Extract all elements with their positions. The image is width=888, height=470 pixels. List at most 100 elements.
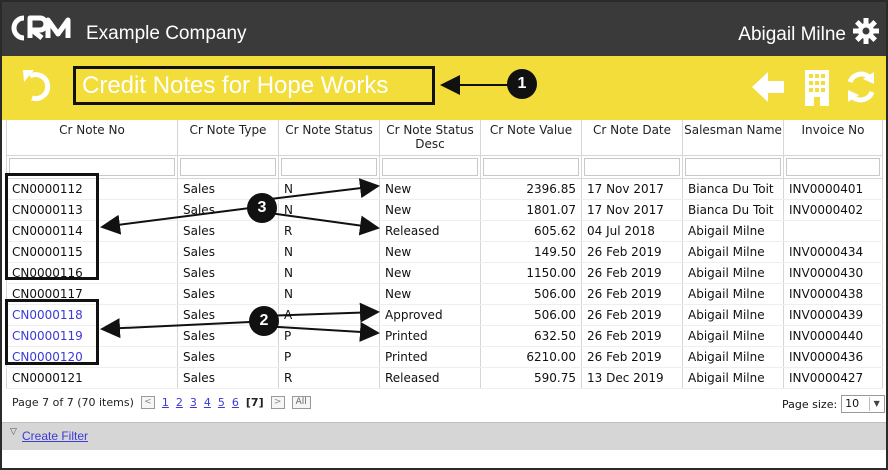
- gear-icon[interactable]: [852, 17, 880, 45]
- page-link[interactable]: 5: [218, 396, 225, 409]
- undo-icon[interactable]: [20, 66, 56, 104]
- table-row[interactable]: CN0000112 Sales N New 2396.85 17 Nov 2017 Bian…: [6, 178, 883, 200]
- table-row[interactable]: CN0000116 Sales N New 1150.00 26 Feb 2019 Abig…: [6, 262, 883, 284]
- table-cell: Abigail Milne: [682, 262, 784, 284]
- col-header[interactable]: Cr Note Status Desc: [379, 120, 481, 155]
- filter-icon: ▽: [10, 427, 17, 437]
- table-cell: 506.00: [480, 304, 582, 326]
- table-cell: Abigail Milne: [682, 283, 784, 305]
- page-link[interactable]: 6: [232, 396, 239, 409]
- table-cell: Sales: [177, 367, 279, 389]
- page-size-select[interactable]: 10 ▼: [841, 395, 886, 413]
- col-header[interactable]: Cr Note Type: [177, 120, 279, 155]
- col-header[interactable]: Invoice No: [783, 120, 883, 155]
- table-cell: Released: [379, 220, 481, 242]
- filter-input[interactable]: [180, 157, 276, 176]
- table-cell: INV0000430: [783, 262, 883, 284]
- table-cell: 6210.00: [480, 346, 582, 368]
- table-cell: Abigail Milne: [682, 241, 784, 263]
- table-cell: 26 Feb 2019: [581, 325, 683, 347]
- table-row[interactable]: CN0000121 Sales R Released 590.75 13 Dec 2019…: [6, 367, 883, 389]
- table-cell: 506.00: [480, 283, 582, 305]
- table-cell: INV0000439: [783, 304, 883, 326]
- back-arrow-icon[interactable]: [750, 70, 786, 104]
- table-cell: INV0000440: [783, 325, 883, 347]
- table-cell: N: [278, 199, 380, 221]
- col-header[interactable]: Cr Note Value: [480, 120, 582, 155]
- filter-input[interactable]: [584, 157, 680, 176]
- table-cell: New: [379, 262, 481, 284]
- filter-input[interactable]: [483, 157, 579, 176]
- callout-box-rows-3: [5, 173, 99, 280]
- filter-input[interactable]: [281, 157, 377, 176]
- table-cell: 605.62: [480, 220, 582, 242]
- table-cell: New: [379, 178, 481, 200]
- table-cell: 17 Nov 2017: [581, 178, 683, 200]
- page-size-value: 10: [845, 397, 860, 410]
- filter-input[interactable]: [382, 157, 478, 176]
- page-link[interactable]: 4: [204, 396, 211, 409]
- table-cell: New: [379, 199, 481, 221]
- callout-badge-2: 2: [249, 306, 279, 336]
- table-cell: R: [278, 367, 380, 389]
- table-cell: CN0000121: [6, 367, 178, 389]
- table-cell: Released: [379, 367, 481, 389]
- col-header[interactable]: Salesman Name: [682, 120, 784, 155]
- page-link[interactable]: 2: [176, 396, 183, 409]
- header-row: Cr Note No Cr Note Type Cr Note Status C…: [6, 120, 883, 155]
- table-cell: Sales: [177, 346, 279, 368]
- table-cell: P: [278, 325, 380, 347]
- filter-input[interactable]: [786, 157, 880, 176]
- user-name[interactable]: Abigail Milne: [738, 24, 846, 46]
- table-row[interactable]: CN0000120 Sales P Printed 6210.00 26 Feb 2019…: [6, 346, 883, 368]
- table-cell: 1150.00: [480, 262, 582, 284]
- refresh-icon[interactable]: [844, 70, 878, 104]
- table-row[interactable]: CN0000113 Sales N New 1801.07 17 Nov 2017 Bian…: [6, 199, 883, 221]
- col-header[interactable]: Cr Note Status: [278, 120, 380, 155]
- col-header[interactable]: Cr Note Date: [581, 120, 683, 155]
- filter-bar: ▽ Create Filter: [2, 422, 886, 450]
- pager-summary: Page 7 of 7 (70 items): [12, 396, 134, 409]
- chevron-down-icon[interactable]: ▼: [869, 397, 883, 411]
- building-icon[interactable]: [802, 68, 832, 106]
- table-cell: Printed: [379, 346, 481, 368]
- table-cell: N: [278, 283, 380, 305]
- table-cell: N: [278, 241, 380, 263]
- next-page-button[interactable]: >: [270, 396, 285, 409]
- table-cell: [783, 220, 883, 242]
- callout-badge-1: 1: [507, 69, 537, 99]
- table-row[interactable]: CN0000114 Sales R Released 605.62 04 Jul 2018…: [6, 220, 883, 242]
- table-cell: Printed: [379, 325, 481, 347]
- table-cell: 13 Dec 2019: [581, 367, 683, 389]
- table-cell: 632.50: [480, 325, 582, 347]
- create-filter-link[interactable]: Create Filter: [22, 429, 88, 443]
- page-link[interactable]: 1: [162, 396, 169, 409]
- table-cell: P: [278, 346, 380, 368]
- table-cell: INV0000402: [783, 199, 883, 221]
- table-cell: INV0000438: [783, 283, 883, 305]
- table-cell: Sales: [177, 283, 279, 305]
- table-cell: 26 Feb 2019: [581, 262, 683, 284]
- page-link[interactable]: 3: [190, 396, 197, 409]
- table-row[interactable]: CN0000115 Sales N New 149.50 26 Feb 2019 Abiga…: [6, 241, 883, 263]
- table-row[interactable]: CN0000117 Sales N New 506.00 26 Feb 2019 Abiga…: [6, 283, 883, 305]
- callout-box-title: [73, 66, 435, 105]
- table-cell: INV0000436: [783, 346, 883, 368]
- table-cell: New: [379, 241, 481, 263]
- all-pages-button[interactable]: All: [291, 396, 311, 409]
- table-cell: New: [379, 283, 481, 305]
- table-row[interactable]: CN0000119 Sales P Printed 632.50 26 Feb 2019 A…: [6, 325, 883, 347]
- callout-box-rows-2: [5, 299, 99, 365]
- col-header[interactable]: Cr Note No: [6, 120, 178, 155]
- table-cell: INV0000427: [783, 367, 883, 389]
- table-cell: N: [278, 178, 380, 200]
- prev-page-button[interactable]: <: [140, 396, 155, 409]
- table-row[interactable]: CN0000118 Sales A Approved 506.00 26 Feb 2019…: [6, 304, 883, 326]
- table-cell: Approved: [379, 304, 481, 326]
- current-page: [7]: [245, 396, 264, 409]
- filter-input[interactable]: [685, 157, 781, 176]
- table-cell: Abigail Milne: [682, 346, 784, 368]
- table-cell: 590.75: [480, 367, 582, 389]
- table-cell: Sales: [177, 220, 279, 242]
- table-cell: Abigail Milne: [682, 304, 784, 326]
